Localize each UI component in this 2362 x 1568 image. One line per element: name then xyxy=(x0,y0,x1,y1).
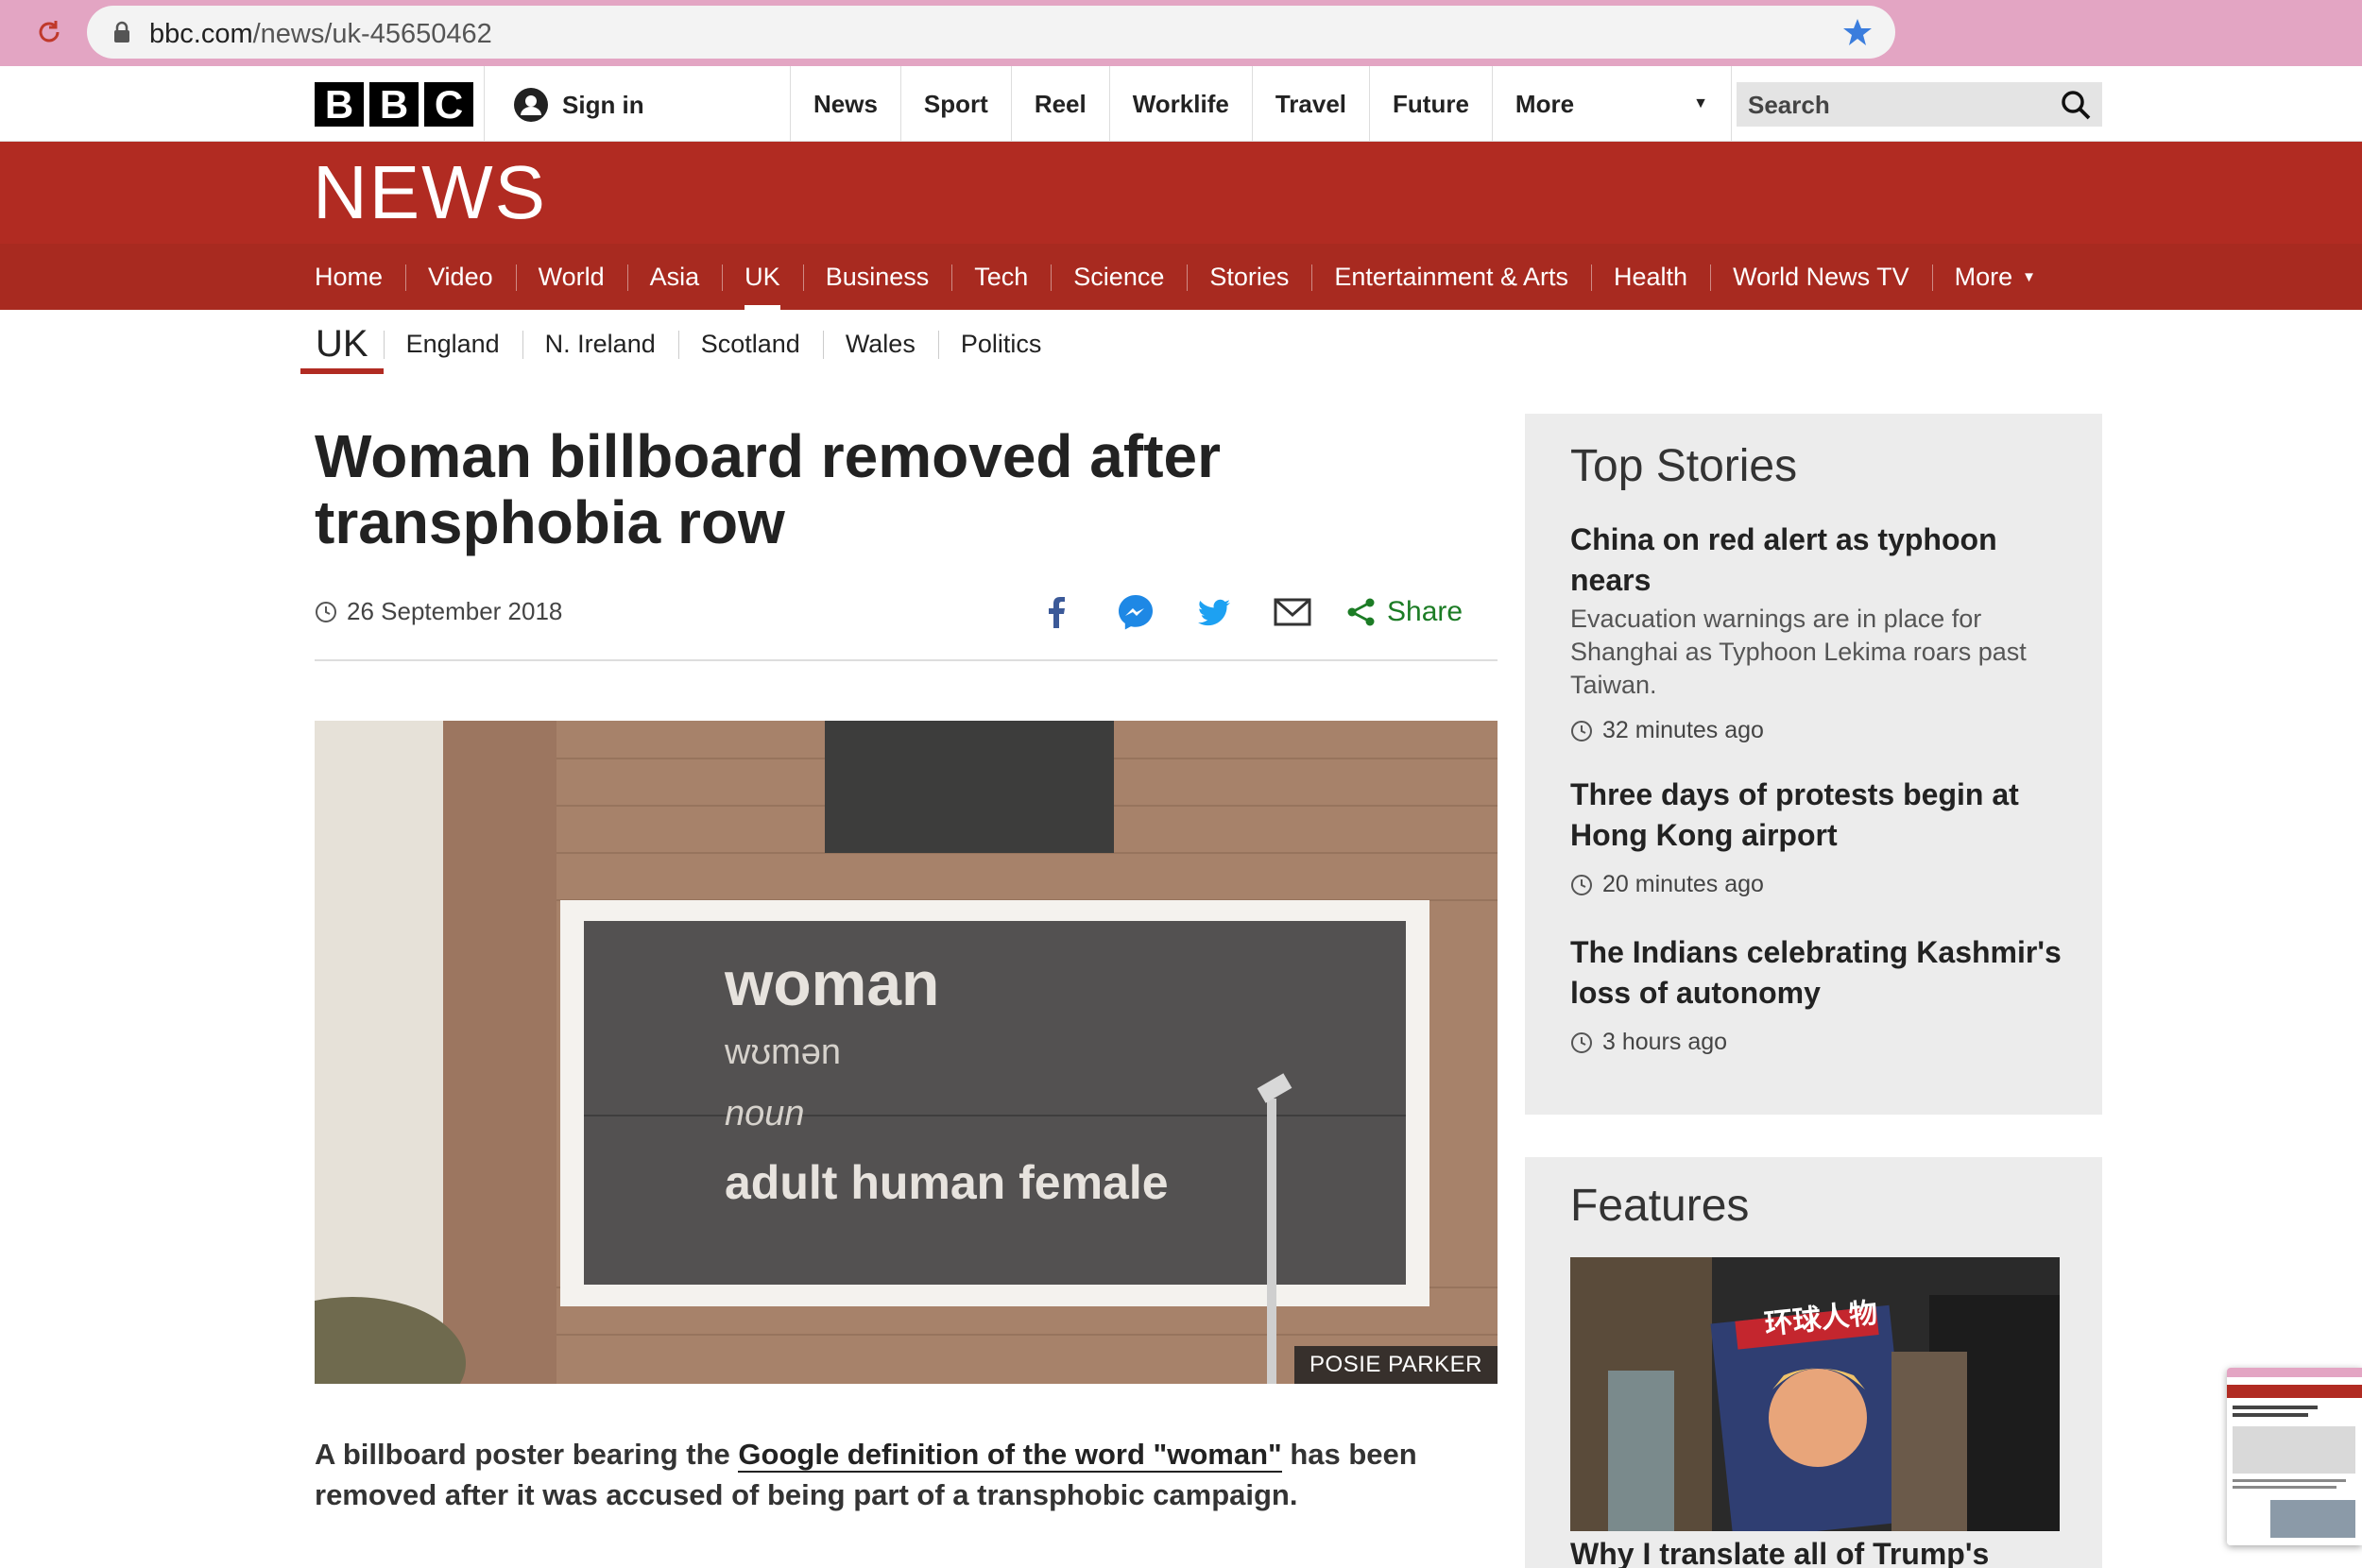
story-headline[interactable]: China on red alert as typhoon nears xyxy=(1570,520,2071,601)
news-nav-science[interactable]: Science xyxy=(1051,244,1187,310)
news-nav-world-news-tv[interactable]: World News TV xyxy=(1710,244,1932,310)
features-heading: Features xyxy=(1570,1181,1750,1231)
subnav-england[interactable]: England xyxy=(383,312,522,376)
nav-more-dropdown[interactable]: More ▼ xyxy=(1491,66,1732,142)
article-lede: A billboard poster bearing the Google de… xyxy=(315,1438,1417,1511)
news-nav-asia[interactable]: Asia xyxy=(626,244,723,310)
news-banner: NEWS xyxy=(0,142,2362,244)
subnav-n-ireland[interactable]: N. Ireland xyxy=(522,312,678,376)
sign-in-button[interactable]: Sign in xyxy=(513,87,644,123)
story-timestamp: 20 minutes ago xyxy=(1570,871,2071,898)
article-date: 26 September 2018 xyxy=(315,597,562,626)
subnav-scotland[interactable]: Scotland xyxy=(677,312,823,376)
image-caption: POSIE PARKER xyxy=(1294,1346,1498,1384)
feature-image[interactable]: 环球人物 xyxy=(1570,1257,2060,1531)
news-nav-entertainment-arts[interactable]: Entertainment & Arts xyxy=(1311,244,1591,310)
article-hero-image: woman wʊmən noun adult human female POSI… xyxy=(315,721,1498,1384)
nav-worklife[interactable]: Worklife xyxy=(1108,66,1252,142)
article-title: Woman billboard removed after transphobi… xyxy=(315,422,1221,556)
nav-news[interactable]: News xyxy=(790,66,900,142)
news-nav-list: Home Video World Asia UK Business Tech Science S… xyxy=(292,244,2059,310)
email-icon[interactable] xyxy=(1273,592,1312,632)
billboard-definition: adult human female xyxy=(725,1156,1169,1209)
reload-icon[interactable] xyxy=(34,17,64,47)
url-text[interactable]: bbc.com/news/uk-45650462 xyxy=(149,19,492,50)
search-icon[interactable] xyxy=(2061,90,2091,120)
share-button[interactable]: Share xyxy=(1345,596,1463,628)
caret-down-icon: ▼ xyxy=(1693,95,1708,111)
bbc-logo[interactable]: B B C xyxy=(315,82,473,127)
uk-sub-nav: UK England N. Ireland Scotland Wales Pol… xyxy=(300,312,1064,376)
news-nav-health[interactable]: Health xyxy=(1591,244,1710,310)
news-nav-stories[interactable]: Stories xyxy=(1187,244,1311,310)
facebook-icon[interactable] xyxy=(1037,592,1077,632)
features-panel: Features 环球人物 Why I translate all of Tru… xyxy=(1525,1157,2102,1568)
address-bar[interactable]: bbc.com/news/uk-45650462 xyxy=(87,6,1895,59)
news-nav-world[interactable]: World xyxy=(515,244,627,310)
section-title-uk[interactable]: UK xyxy=(300,312,384,376)
news-nav-tech[interactable]: Tech xyxy=(951,244,1051,310)
billboard-photo xyxy=(315,721,1498,1384)
nav-travel[interactable]: Travel xyxy=(1251,66,1369,142)
lock-icon xyxy=(114,21,129,43)
browser-toolbar: bbc.com/news/uk-45650462 xyxy=(0,0,2362,66)
share-tools: Share xyxy=(1037,590,1463,634)
news-nav-home[interactable]: Home xyxy=(292,244,405,310)
share-icon xyxy=(1347,598,1375,626)
thumbnail-preview xyxy=(2227,1368,2362,1545)
clock-icon xyxy=(1571,874,1592,895)
lede-link[interactable]: Google definition of the word "woman" xyxy=(738,1438,1282,1473)
story-timestamp: 3 hours ago xyxy=(1570,1029,2071,1056)
nav-future[interactable]: Future xyxy=(1369,66,1492,142)
billboard-part-of-speech: noun xyxy=(725,1094,805,1133)
subnav-politics[interactable]: Politics xyxy=(937,312,1065,376)
search-input[interactable]: Search xyxy=(1737,82,2102,127)
feature-headline[interactable]: Why I translate all of Trump's xyxy=(1570,1537,2062,1568)
caret-down-icon: ▼ xyxy=(2022,268,2037,285)
top-story-item[interactable]: The Indians celebrating Kashmir's loss o… xyxy=(1570,932,2071,1056)
top-stories-heading: Top Stories xyxy=(1570,441,1798,491)
billboard-word: woman xyxy=(725,948,940,1018)
masthead-nav: News Sport Reel Worklife Travel Future M… xyxy=(790,66,1732,142)
top-story-item[interactable]: China on red alert as typhoon nears Evac… xyxy=(1570,520,2071,744)
messenger-icon[interactable] xyxy=(1116,592,1155,632)
news-logo[interactable]: NEWS xyxy=(313,149,547,236)
clock-icon xyxy=(1571,720,1592,741)
news-nav-video[interactable]: Video xyxy=(405,244,516,310)
screenshot-thumbnail[interactable] xyxy=(2227,1368,2362,1545)
news-nav-uk[interactable]: UK xyxy=(722,244,803,310)
top-story-item[interactable]: Three days of protests begin at Hong Kon… xyxy=(1570,775,2071,898)
story-summary: Evacuation warnings are in place for Sha… xyxy=(1570,605,2027,699)
billboard-pronunciation: wʊmən xyxy=(725,1032,841,1072)
clock-icon xyxy=(1571,1031,1592,1053)
nav-sport[interactable]: Sport xyxy=(899,66,1011,142)
story-headline[interactable]: The Indians celebrating Kashmir's loss o… xyxy=(1570,932,2071,1014)
clock-icon xyxy=(316,601,336,622)
news-nav-business[interactable]: Business xyxy=(802,244,952,310)
top-stories-panel: Top Stories China on red alert as typhoo… xyxy=(1525,414,2102,1115)
story-headline[interactable]: Three days of protests begin at Hong Kon… xyxy=(1570,775,2071,856)
bbc-masthead: B B C Sign in News Sport Reel Worklife T… xyxy=(0,66,2362,142)
news-section-nav: Home Video World Asia UK Business Tech Science S… xyxy=(0,244,2362,310)
nav-reel[interactable]: Reel xyxy=(1010,66,1109,142)
user-icon xyxy=(514,88,548,122)
masthead-divider xyxy=(484,66,485,142)
bookmark-star-icon[interactable] xyxy=(1842,17,1873,47)
article-divider xyxy=(315,659,1498,661)
subnav-wales[interactable]: Wales xyxy=(822,312,938,376)
story-timestamp: 32 minutes ago xyxy=(1570,717,2071,744)
news-nav-more-dropdown[interactable]: More ▼ xyxy=(1931,244,2059,310)
twitter-icon[interactable] xyxy=(1194,592,1234,632)
